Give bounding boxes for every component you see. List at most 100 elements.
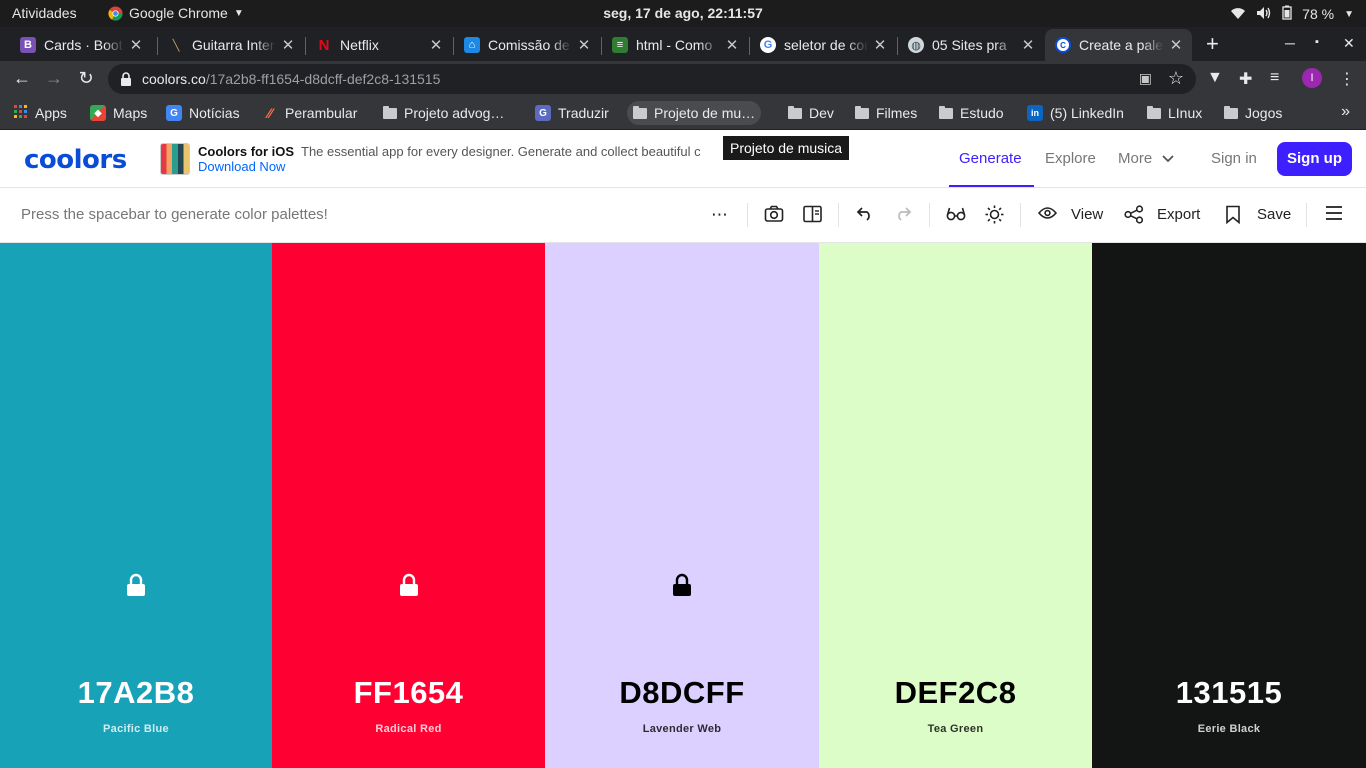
- star-icon[interactable]: ☆: [1168, 68, 1184, 89]
- lock-icon[interactable]: [399, 573, 419, 597]
- bookmark-traduzir[interactable]: G Traduzir: [529, 101, 615, 125]
- wifi-icon: [1230, 6, 1246, 23]
- share-icon[interactable]: [1124, 205, 1144, 229]
- bookmark-folder-projeto-de-musica[interactable]: Projeto de mu…: [627, 101, 762, 125]
- download-now-link[interactable]: Download Now: [198, 159, 285, 174]
- bookmark-label: Filmes: [876, 105, 918, 121]
- more-options-icon[interactable]: ⋯: [711, 205, 729, 225]
- profile-avatar[interactable]: I: [1302, 68, 1322, 88]
- coolors-logo[interactable]: coolors: [24, 145, 127, 175]
- url-text[interactable]: coolors.co/17a2b8-ff1654-d8dcff-def2c8-1…: [142, 71, 440, 87]
- ios-app-thumbnail[interactable]: [160, 143, 190, 175]
- lock-icon[interactable]: [672, 573, 692, 597]
- close-icon[interactable]: ✕: [872, 36, 888, 54]
- bookmark-folder-filmes[interactable]: Filmes: [849, 101, 923, 125]
- color-swatch[interactable]: 131515 Eerie Black: [1092, 243, 1366, 768]
- lock-icon[interactable]: [120, 72, 132, 86]
- close-icon[interactable]: ✕: [128, 36, 144, 54]
- bookmark-folder-estudo[interactable]: Estudo: [933, 101, 1010, 125]
- minimize-icon[interactable]: ─: [1285, 35, 1295, 51]
- new-tab-button[interactable]: +: [1206, 33, 1219, 55]
- bookmark-folder-dev[interactable]: Dev: [782, 101, 840, 125]
- color-name: Lavender Web: [642, 723, 722, 735]
- hex-code[interactable]: 131515: [1092, 675, 1366, 711]
- color-swatch[interactable]: D8DCFF Lavender Web: [545, 243, 819, 768]
- hex-code[interactable]: DEF2C8: [819, 675, 1092, 711]
- google-icon: G: [760, 37, 776, 53]
- house-icon: ⌂: [464, 37, 480, 53]
- color-name: Eerie Black: [1197, 723, 1261, 735]
- color-swatch[interactable]: DEF2C8 Tea Green: [819, 243, 1092, 768]
- forward-arrow-icon[interactable]: →: [44, 69, 64, 87]
- close-icon[interactable]: ✕: [724, 36, 740, 54]
- bookmark-apps[interactable]: Apps: [8, 101, 73, 125]
- google-news-icon: G: [166, 105, 182, 121]
- reload-icon[interactable]: ↻: [76, 69, 96, 87]
- export-button[interactable]: Export: [1157, 206, 1200, 223]
- tab-comissao[interactable]: ⌂ Comissão de ✕: [454, 29, 598, 61]
- close-window-icon[interactable]: ✕: [1343, 35, 1355, 52]
- close-icon[interactable]: ✕: [1020, 36, 1036, 54]
- bookmark-folder-jogos[interactable]: Jogos: [1218, 101, 1288, 125]
- bookmark-perambular[interactable]: ⁄⁄ Perambular: [256, 101, 363, 125]
- close-icon[interactable]: ✕: [280, 36, 296, 54]
- eye-icon[interactable]: [1037, 205, 1058, 225]
- nav-generate[interactable]: Generate: [959, 150, 1022, 167]
- view-button[interactable]: View: [1071, 206, 1103, 223]
- color-swatch[interactable]: 17A2B8 Pacific Blue: [0, 243, 272, 768]
- maximize-icon[interactable]: ▪: [1315, 36, 1319, 48]
- bookmarks-overflow-button[interactable]: »: [1341, 103, 1350, 121]
- app-menu[interactable]: Google Chrome ▼: [108, 5, 244, 21]
- hex-code[interactable]: 17A2B8: [0, 675, 272, 711]
- brightness-icon[interactable]: [985, 205, 1004, 229]
- bookmark-folder-linux[interactable]: LInux: [1141, 101, 1208, 125]
- bookmark-folder-projeto-advog[interactable]: Projeto advog…: [377, 101, 510, 125]
- tab-create-a-palette[interactable]: C Create a palette ✕: [1045, 29, 1192, 61]
- puzzle-extension-icon[interactable]: ✚: [1239, 69, 1252, 89]
- glasses-icon[interactable]: [946, 205, 966, 226]
- tab-guitarra[interactable]: ╲ Guitarra Intermediário ✕: [158, 29, 302, 61]
- vivaldi-extension-icon[interactable]: ▼: [1207, 69, 1223, 87]
- nav-explore[interactable]: Explore: [1045, 150, 1096, 167]
- tab-html-como[interactable]: ≡ html - Como ✕: [602, 29, 746, 61]
- chrome-menu-icon[interactable]: ⋮: [1339, 69, 1355, 89]
- color-swatch[interactable]: FF1654 Radical Red: [272, 243, 545, 768]
- clock[interactable]: seg, 17 de ago, 22:11:57: [603, 5, 763, 21]
- tab-title: Comissão de: [488, 37, 570, 53]
- tab-title: 05 Sites pra: [932, 37, 1007, 53]
- tab-title: Create a palette: [1079, 37, 1164, 53]
- nav-more[interactable]: More: [1118, 150, 1174, 167]
- media-control-icon[interactable]: ≡: [1270, 69, 1279, 87]
- bookmark-maps[interactable]: ◆ Maps: [84, 101, 153, 125]
- coolors-icon: C: [1055, 37, 1071, 53]
- system-tray[interactable]: 78 % ▼: [1230, 5, 1354, 23]
- sign-in-link[interactable]: Sign in: [1211, 150, 1257, 167]
- hex-code[interactable]: FF1654: [272, 675, 545, 711]
- back-arrow-icon[interactable]: ←: [12, 69, 32, 87]
- redo-icon[interactable]: [894, 205, 912, 226]
- tab-seletor-de-cor[interactable]: G seletor de cor ✕: [750, 29, 894, 61]
- color-name: Tea Green: [927, 723, 984, 735]
- tab-05-sites[interactable]: ◍ 05 Sites pra ✕: [898, 29, 1042, 61]
- undo-icon[interactable]: [856, 205, 874, 226]
- sign-up-button[interactable]: Sign up: [1277, 142, 1352, 176]
- hamburger-menu-icon[interactable]: [1325, 205, 1343, 226]
- translate-icon[interactable]: ▣: [1139, 70, 1152, 87]
- bookmark-label: Projeto advog…: [404, 105, 505, 121]
- hex-code[interactable]: D8DCFF: [545, 675, 819, 711]
- guitar-icon: ╲: [172, 39, 180, 52]
- activities-button[interactable]: Atividades: [12, 5, 77, 21]
- bookmark-noticias[interactable]: G Notícias: [160, 101, 246, 125]
- close-icon[interactable]: ✕: [576, 36, 592, 54]
- bookmark-icon[interactable]: [1225, 205, 1241, 229]
- split-view-icon[interactable]: [803, 205, 822, 228]
- close-icon[interactable]: ✕: [1168, 36, 1184, 54]
- camera-icon[interactable]: [764, 205, 784, 228]
- tab-cards-bootstrap[interactable]: B Cards · Bootstrap ✕: [10, 29, 150, 61]
- bookmark-linkedin[interactable]: in (5) LinkedIn: [1021, 101, 1130, 125]
- close-icon[interactable]: ✕: [428, 36, 444, 54]
- save-button[interactable]: Save: [1257, 206, 1291, 223]
- lock-icon[interactable]: [126, 573, 146, 597]
- address-bar[interactable]: coolors.co/17a2b8-ff1654-d8dcff-def2c8-1…: [108, 64, 1196, 94]
- tab-netflix[interactable]: N Netflix ✕: [306, 29, 450, 61]
